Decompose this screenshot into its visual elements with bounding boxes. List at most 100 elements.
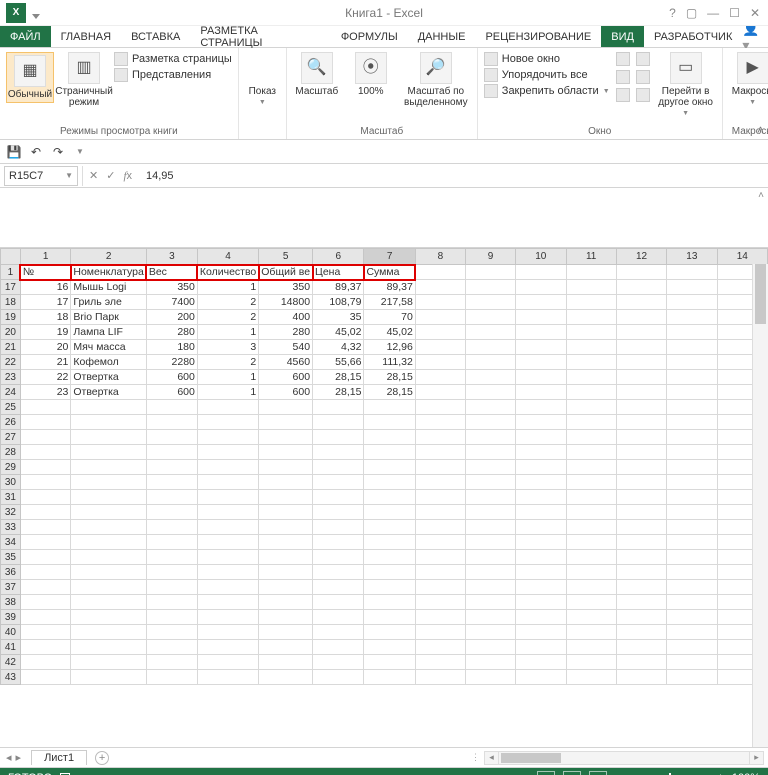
cell[interactable] [146,430,197,445]
cell[interactable] [20,670,71,685]
row-header[interactable]: 35 [1,550,21,565]
cell[interactable] [197,475,258,490]
view-page-layout-icon[interactable] [563,771,581,775]
cell[interactable] [364,490,415,505]
tab-file[interactable]: ФАЙЛ [0,26,51,47]
cell[interactable] [466,490,516,505]
zoom-button[interactable]: 🔍 Масштаб [293,52,341,97]
cell[interactable] [667,565,717,580]
cell[interactable] [616,640,666,655]
cell[interactable] [415,310,465,325]
cell[interactable]: 1 [197,370,258,385]
cell[interactable] [466,460,516,475]
cell[interactable] [516,550,566,565]
close-icon[interactable]: ✕ [750,6,760,20]
cell[interactable] [415,430,465,445]
cell[interactable]: Общий ве [259,265,313,280]
cell[interactable] [146,400,197,415]
column-header[interactable]: 13 [667,249,717,265]
row-header[interactable]: 17 [1,280,21,295]
cell[interactable] [71,640,146,655]
cell[interactable] [566,580,616,595]
cell[interactable] [20,580,71,595]
cell[interactable] [616,580,666,595]
row-header[interactable]: 38 [1,595,21,610]
page-layout-button[interactable]: Разметка страницы [114,52,232,66]
cell[interactable] [415,340,465,355]
cell[interactable]: 22 [20,370,71,385]
cell[interactable] [667,280,717,295]
cell[interactable] [259,550,313,565]
cell[interactable] [566,280,616,295]
fx-icon[interactable]: fx [123,170,132,182]
cell[interactable] [667,325,717,340]
cell[interactable]: 600 [259,370,313,385]
cell[interactable] [566,565,616,580]
cell[interactable] [466,430,516,445]
cell[interactable] [616,370,666,385]
cell[interactable]: 108,79 [313,295,364,310]
cell[interactable] [313,460,364,475]
hscroll-right-icon[interactable]: ▸ [749,752,763,764]
cell[interactable]: 18 [20,310,71,325]
tab-review[interactable]: РЕЦЕНЗИРОВАНИЕ [475,26,601,47]
cell[interactable] [667,595,717,610]
cell[interactable] [466,640,516,655]
cell[interactable]: 4560 [259,355,313,370]
cell[interactable]: 28,15 [364,385,415,400]
cell[interactable] [146,565,197,580]
cell[interactable]: Лампа LIF [71,325,146,340]
cell[interactable]: 16 [20,280,71,295]
cell[interactable]: 600 [259,385,313,400]
cell[interactable] [466,340,516,355]
add-sheet-button[interactable]: + [95,751,109,765]
cell[interactable] [146,640,197,655]
arrange-all-button[interactable]: Упорядочить все [484,68,610,82]
cell[interactable] [466,595,516,610]
cell[interactable] [516,400,566,415]
cell[interactable] [146,505,197,520]
tab-home[interactable]: ГЛАВНАЯ [51,26,121,47]
cell[interactable] [667,670,717,685]
cell[interactable] [516,490,566,505]
column-header[interactable]: 12 [616,249,666,265]
cell[interactable] [566,505,616,520]
cell[interactable] [20,655,71,670]
cell[interactable] [71,580,146,595]
column-header[interactable]: 11 [566,249,616,265]
cell[interactable] [667,535,717,550]
view-side-button[interactable] [636,52,650,66]
cell[interactable] [415,265,465,280]
cell[interactable] [313,520,364,535]
cell[interactable] [516,655,566,670]
cell[interactable] [20,640,71,655]
help-icon[interactable]: ? [669,6,676,20]
cell[interactable] [516,340,566,355]
cell[interactable] [259,445,313,460]
cell[interactable] [466,295,516,310]
minimize-icon[interactable]: — [707,6,719,20]
row-header[interactable]: 32 [1,505,21,520]
cell[interactable] [415,640,465,655]
cell[interactable] [259,580,313,595]
cell[interactable] [415,610,465,625]
row-header[interactable]: 41 [1,640,21,655]
cell[interactable] [616,430,666,445]
cell[interactable] [667,385,717,400]
row-header[interactable]: 39 [1,610,21,625]
cell[interactable] [71,460,146,475]
row-header[interactable]: 18 [1,295,21,310]
cell[interactable] [616,295,666,310]
cell[interactable] [364,415,415,430]
cell[interactable] [197,520,258,535]
cell[interactable] [259,415,313,430]
cell[interactable] [71,400,146,415]
cell[interactable] [516,565,566,580]
cell[interactable] [466,505,516,520]
cell[interactable] [466,400,516,415]
cell[interactable] [313,565,364,580]
row-header[interactable]: 28 [1,445,21,460]
account-icon[interactable]: 👤▾ [742,26,764,48]
cell[interactable] [197,550,258,565]
cell[interactable] [616,670,666,685]
